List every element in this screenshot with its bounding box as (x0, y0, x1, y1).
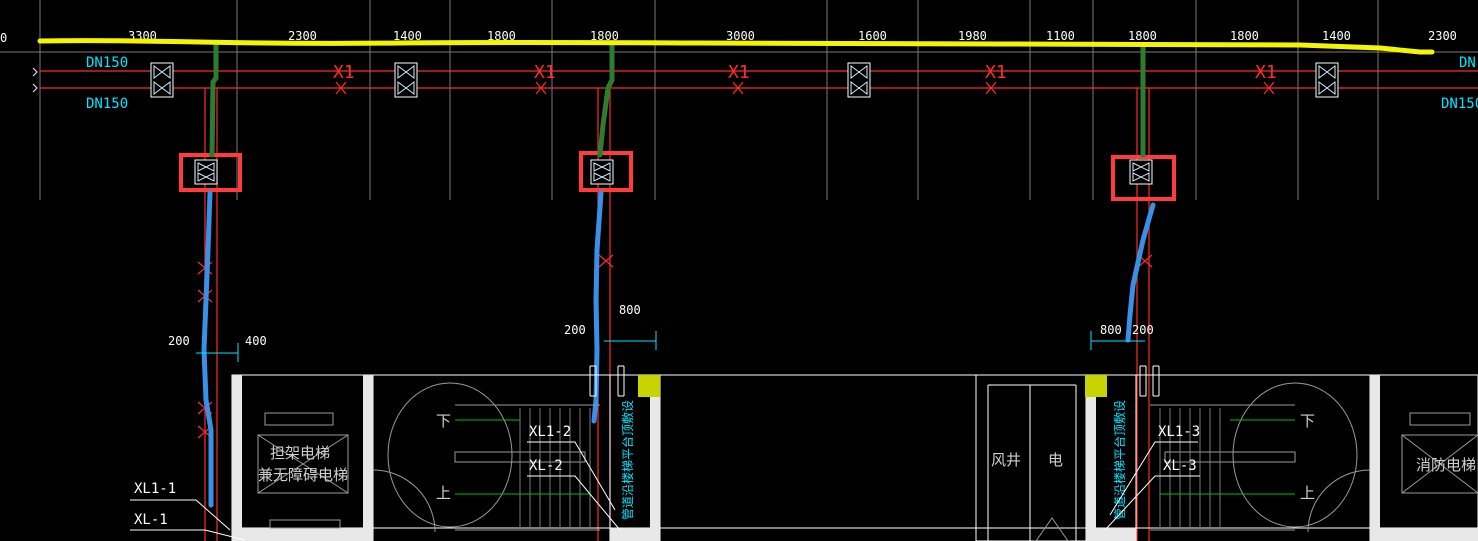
elevator-right: 消防电梯 (1401, 412, 1478, 494)
tag-xl1-2: XL1-2 (529, 424, 571, 440)
gate-valve-icon (150, 62, 174, 98)
vertical-note-right: 管道沿楼梯平台顶敷设 (1112, 400, 1127, 520)
gate-valve-icon (394, 62, 418, 98)
column-marker (1085, 375, 1107, 397)
column-marker (638, 375, 660, 397)
gate-valve-icon (847, 62, 871, 98)
tag-xl-1: XL-1 (134, 512, 168, 528)
gate-valve-icon (1315, 62, 1339, 98)
stair-left (387, 382, 600, 531)
gate-valve-icon (1129, 159, 1153, 185)
tag-xl1-3: XL1-3 (1158, 424, 1200, 440)
stair-up-mark-left: 上 (436, 484, 451, 502)
dimension-riser2-a: 200 (564, 323, 586, 337)
tag-xl-2: XL-2 (529, 458, 563, 474)
valve-label-x1: X1 (534, 62, 556, 83)
fire-elevator-label: 消防电梯 (1416, 456, 1476, 474)
stair-down-mark-right: 下 (1300, 412, 1315, 430)
electric-room-label: 电 (1048, 451, 1063, 469)
bracket-marks (589, 365, 1160, 397)
riser-dimensions: 200 400 200 800 800 200 (168, 303, 1154, 362)
dimension-7: 1600 (858, 29, 887, 43)
elevator-label-line2: 兼无障碍电梯 (258, 466, 348, 484)
cad-drawing: 0 3300 2300 1400 1800 1800 3000 1600 198… (0, 0, 1478, 541)
dimension-left-edge: 0 (0, 31, 7, 45)
elevator-left: 担架电梯 兼无障碍电梯 (257, 412, 349, 529)
dimension-13: 2300 (1428, 29, 1457, 43)
dimension-riser2-b: 800 (619, 303, 641, 317)
dimension-8: 1980 (958, 29, 987, 43)
valve-label-x1: X1 (333, 62, 355, 83)
tag-xl-3: XL-3 (1163, 458, 1197, 474)
vertical-note-left: 管道沿楼梯平台顶敷设 (620, 400, 635, 520)
dimension-riser1-a: 200 (168, 334, 190, 348)
pipe-size-left-lower: DN150 (86, 96, 128, 112)
dimension-12: 1400 (1322, 29, 1351, 43)
gate-valve-icon (194, 159, 218, 185)
thick-walls (232, 375, 1478, 541)
gate-valve-icon (590, 159, 614, 185)
pipe-size-left-upper: DN150 (86, 55, 128, 71)
x1-valves: X1 X1 X1 X1 X1 (333, 62, 1277, 95)
valve-label-x1: X1 (985, 62, 1007, 83)
yellow-highlight-line (37, 38, 1435, 55)
valve-label-x1: X1 (728, 62, 750, 83)
elevator-label-line1: 担架电梯 (270, 444, 330, 462)
building-walls (231, 374, 1478, 541)
dimension-riser3-b: 200 (1132, 323, 1154, 337)
stair-down-mark-left: 下 (436, 412, 451, 430)
green-markups (209, 41, 1146, 158)
tag-xl1-1: XL1-1 (134, 481, 176, 497)
dimension-9: 1100 (1046, 29, 1075, 43)
dimension-riser1-b: 400 (245, 334, 267, 348)
riser-valves (194, 159, 1153, 185)
dimension-riser3-a: 800 (1100, 323, 1122, 337)
stair-right (1150, 382, 1358, 531)
pipe-size-right-upper: DN (1459, 55, 1476, 71)
dimension-11: 1800 (1230, 29, 1259, 43)
callout-boxes (179, 151, 1176, 201)
stair-up-mark-right: 上 (1300, 484, 1315, 502)
dimension-10: 1800 (1128, 29, 1157, 43)
valve-label-x1: X1 (1255, 62, 1277, 83)
shaft-label: 风井 (991, 451, 1021, 469)
pipe-size-right-lower: DN150 (1441, 96, 1478, 112)
